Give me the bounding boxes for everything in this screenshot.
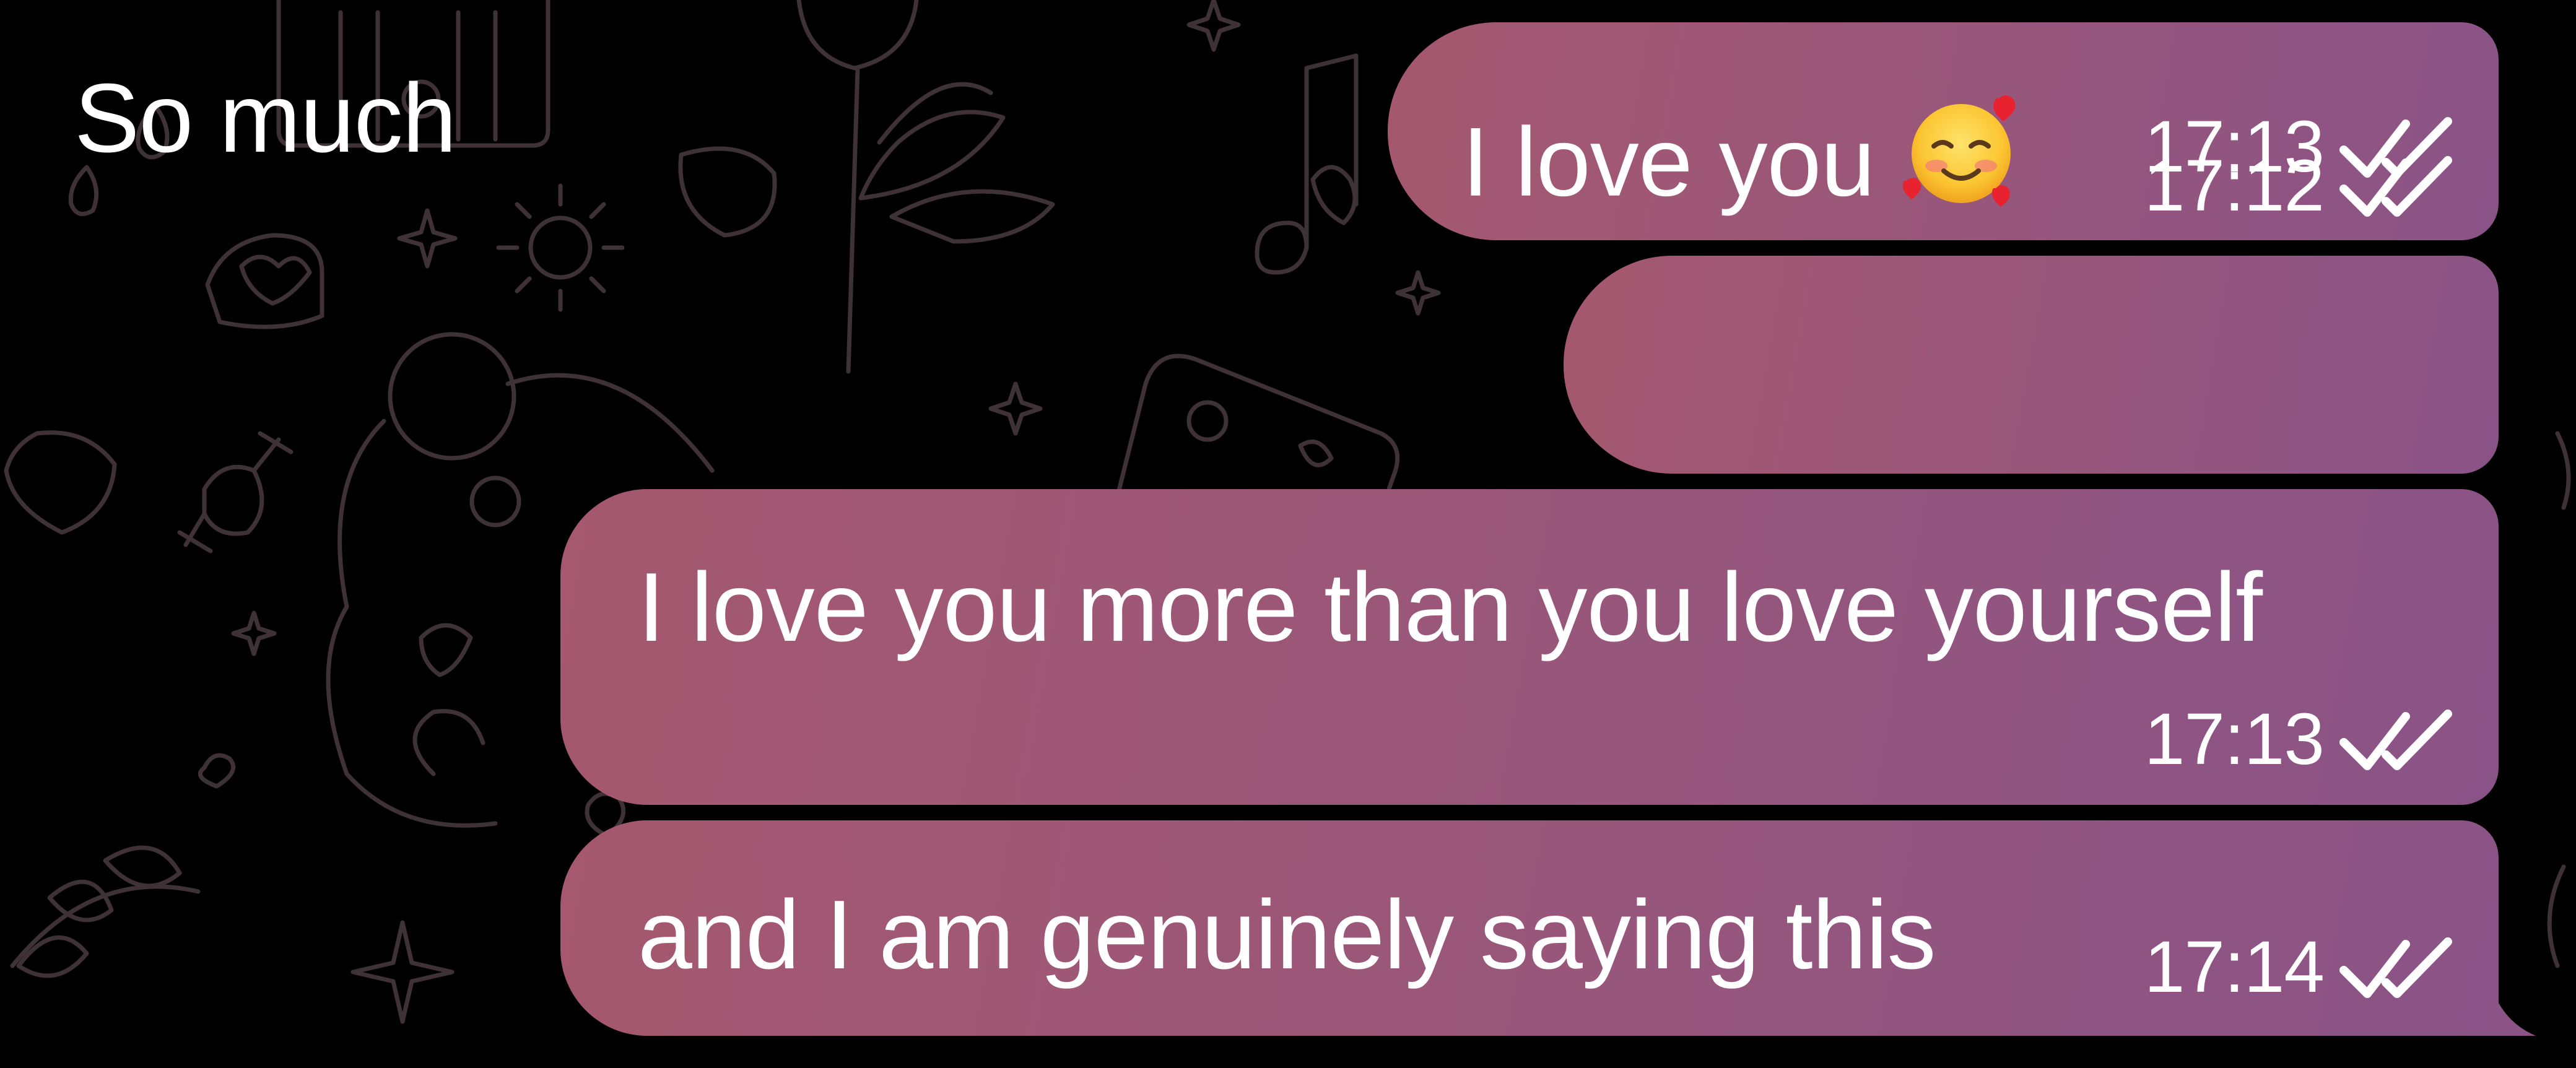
- message-text: and I am genuinely saying this: [638, 880, 1936, 989]
- message-text: So much: [74, 64, 457, 173]
- message-bubble-2[interactable]: So much 17:13: [74, 69, 2499, 474]
- message-time: 17:14: [2144, 926, 2325, 1008]
- double-check-icon: [2339, 937, 2452, 998]
- message-meta: 17:13: [2144, 110, 2455, 183]
- message-meta: 17:14: [2144, 931, 2455, 1004]
- message-time: 17:13: [2144, 698, 2325, 780]
- message-text: I love you more than you love yourself: [638, 553, 2263, 662]
- smiling-face-with-hearts-icon: [1903, 95, 2016, 207]
- double-check-icon: [2339, 710, 2452, 770]
- message-time: 17:13: [2144, 106, 2325, 188]
- message-text: I love you: [1462, 95, 2023, 232]
- bubble-tail: [2486, 962, 2536, 1036]
- message-bubble-4[interactable]: and I am genuinely saying this 17:14: [560, 820, 2536, 1036]
- message-meta: 17:13: [2144, 703, 2455, 776]
- message-bubble-3[interactable]: I love you more than you love yourself 1…: [560, 489, 2499, 805]
- double-check-icon: [2339, 117, 2452, 178]
